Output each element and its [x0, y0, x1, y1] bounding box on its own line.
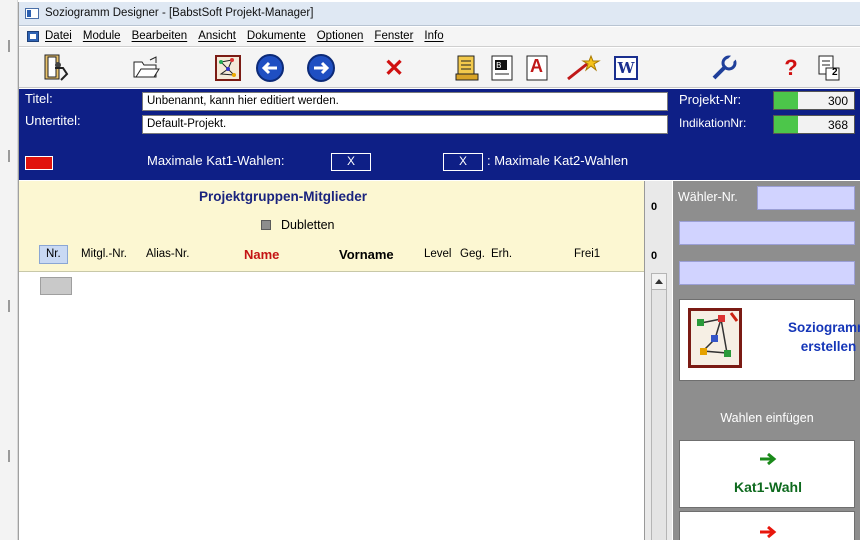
waehler-field-2[interactable]: [679, 221, 855, 245]
app-window: Soziogramm Designer - [BabstSoft Projekt…: [18, 2, 860, 540]
font-letter: A: [530, 56, 543, 76]
col-erh[interactable]: Erh.: [491, 248, 512, 260]
report-icon[interactable]: [452, 53, 482, 83]
row-selector[interactable]: [40, 277, 72, 295]
col-vorname[interactable]: Vorname: [339, 247, 394, 262]
indikation-nr-indicator: [774, 116, 798, 133]
font-icon[interactable]: A: [522, 53, 552, 83]
edge-tick: [8, 150, 10, 162]
kat1-wahl-label: Kat1-Wahl: [734, 479, 802, 495]
soziogramm-line2: erstellen: [800, 339, 857, 354]
menu-bar: Datei Module Bearbeiten Ansicht Dokument…: [19, 27, 860, 47]
waehler-field-3[interactable]: [679, 261, 855, 285]
back-arrow-icon[interactable]: [255, 53, 285, 83]
status-indicator[interactable]: [25, 156, 53, 170]
toolbar: ✕ B A W ? 2: [19, 48, 860, 88]
edge-tick: [8, 40, 10, 52]
green-arrow-icon: [760, 452, 777, 466]
forward-arrow-icon[interactable]: [306, 53, 336, 83]
toggle-2[interactable]: 0: [651, 250, 657, 262]
scroll-up-icon[interactable]: [652, 274, 666, 290]
kat1-wahl-button[interactable]: Kat1-Wahl: [679, 440, 855, 508]
column-header-row: Nr. Mitgl.-Nr. Alias-Nr. Name Vorname Le…: [39, 245, 639, 265]
menu-module[interactable]: Module: [83, 30, 121, 42]
max-kat1-input[interactable]: X: [331, 153, 371, 171]
indikation-nr-field[interactable]: 368: [773, 115, 855, 134]
soziogramm-text: Soziogramm erstellen: [788, 318, 860, 356]
soziogramm-graph-icon: [688, 308, 742, 368]
red-arrow-icon: [760, 525, 777, 539]
menu-ansicht[interactable]: Ansicht: [198, 30, 236, 42]
dubletten-label: Dubletten: [281, 218, 335, 232]
menu-datei[interactable]: Datei: [45, 30, 72, 42]
untertitel-label: Untertitel:: [25, 113, 81, 128]
right-panel: Wähler-Nr. Soziogramm erstellen Wahlen e…: [673, 181, 860, 540]
title-bar[interactable]: Soziogramm Designer - [BabstSoft Projekt…: [19, 2, 860, 26]
projekt-nr-indicator: [774, 92, 798, 109]
waehler-nr-input[interactable]: [757, 186, 855, 210]
untertitel-input[interactable]: Default-Projekt.: [142, 115, 668, 134]
page-number: 2: [832, 67, 838, 78]
col-nr[interactable]: Nr.: [39, 245, 68, 264]
menu-fenster[interactable]: Fenster: [374, 30, 413, 42]
window-title: Soziogramm Designer - [BabstSoft Projekt…: [45, 7, 314, 19]
soziogramm-erstellen-button[interactable]: Soziogramm erstellen: [679, 299, 860, 381]
max-kat2-input[interactable]: X: [443, 153, 483, 171]
menu-optionen[interactable]: Optionen: [317, 30, 364, 42]
max-kat2-label: : Maximale Kat2-Wahlen: [487, 153, 629, 168]
menu-bearbeiten[interactable]: Bearbeiten: [132, 30, 188, 42]
wahlen-einfuegen-label: Wahlen einfügen: [720, 411, 814, 425]
members-panel: Projektgruppen-Mitglieder Dubletten Nr. …: [19, 181, 644, 272]
col-frei1[interactable]: Frei1: [574, 248, 600, 260]
menu-dokumente[interactable]: Dokumente: [247, 30, 306, 42]
toggle-column: 0 0: [644, 181, 672, 540]
word-icon[interactable]: W: [611, 53, 641, 83]
text-format-icon[interactable]: B: [487, 53, 517, 83]
members-title: Projektgruppen-Mitglieder: [199, 189, 368, 204]
list-scrollbar[interactable]: [651, 273, 667, 540]
max-kat1-label: Maximale Kat1-Wahlen:: [147, 153, 285, 168]
members-list[interactable]: [19, 273, 644, 540]
edge-tick: [8, 450, 10, 462]
col-alias-nr[interactable]: Alias-Nr.: [146, 248, 189, 260]
indikation-nr-value: 368: [798, 116, 854, 133]
edge-tick: [8, 300, 10, 312]
soziogramm-line1: Soziogramm: [788, 320, 860, 335]
kat2-wahl-button[interactable]: [679, 511, 855, 540]
titel-label: Titel:: [25, 91, 53, 106]
app-icon: [25, 8, 39, 19]
projekt-nr-value: 300: [798, 92, 854, 109]
page-count-icon[interactable]: 2: [814, 53, 844, 83]
open-folder-icon[interactable]: [131, 53, 161, 83]
indikation-nr-label: IndikationNr:: [679, 116, 747, 130]
document-icon[interactable]: [27, 31, 39, 42]
magic-wand-icon[interactable]: [564, 53, 604, 83]
waehler-label: Wähler-Nr.: [678, 190, 738, 204]
col-name[interactable]: Name: [244, 247, 279, 262]
soziogramm-icon[interactable]: [213, 53, 243, 83]
toggle-1[interactable]: 0: [651, 201, 657, 213]
project-header: Titel: Unbenannt, kann hier editiert wer…: [19, 89, 860, 180]
settings-wrench-icon[interactable]: [709, 53, 739, 83]
delete-icon[interactable]: ✕: [379, 53, 409, 83]
titel-input[interactable]: Unbenannt, kann hier editiert werden.: [142, 92, 668, 111]
dubletten-option[interactable]: Dubletten: [261, 218, 335, 232]
dubletten-checkbox[interactable]: [261, 220, 271, 230]
desktop-edge: [0, 0, 18, 540]
col-mitgl-nr[interactable]: Mitgl.-Nr.: [81, 248, 127, 260]
projekt-nr-field[interactable]: 300: [773, 91, 855, 110]
projekt-nr-label: Projekt-Nr:: [679, 92, 742, 107]
word-letter: W: [614, 56, 638, 80]
menu-info[interactable]: Info: [424, 30, 443, 42]
exit-icon[interactable]: [41, 53, 71, 83]
col-level[interactable]: Level: [424, 248, 452, 260]
svg-text:B: B: [496, 61, 502, 70]
help-icon[interactable]: ?: [776, 53, 806, 83]
col-geg[interactable]: Geg.: [460, 248, 485, 260]
